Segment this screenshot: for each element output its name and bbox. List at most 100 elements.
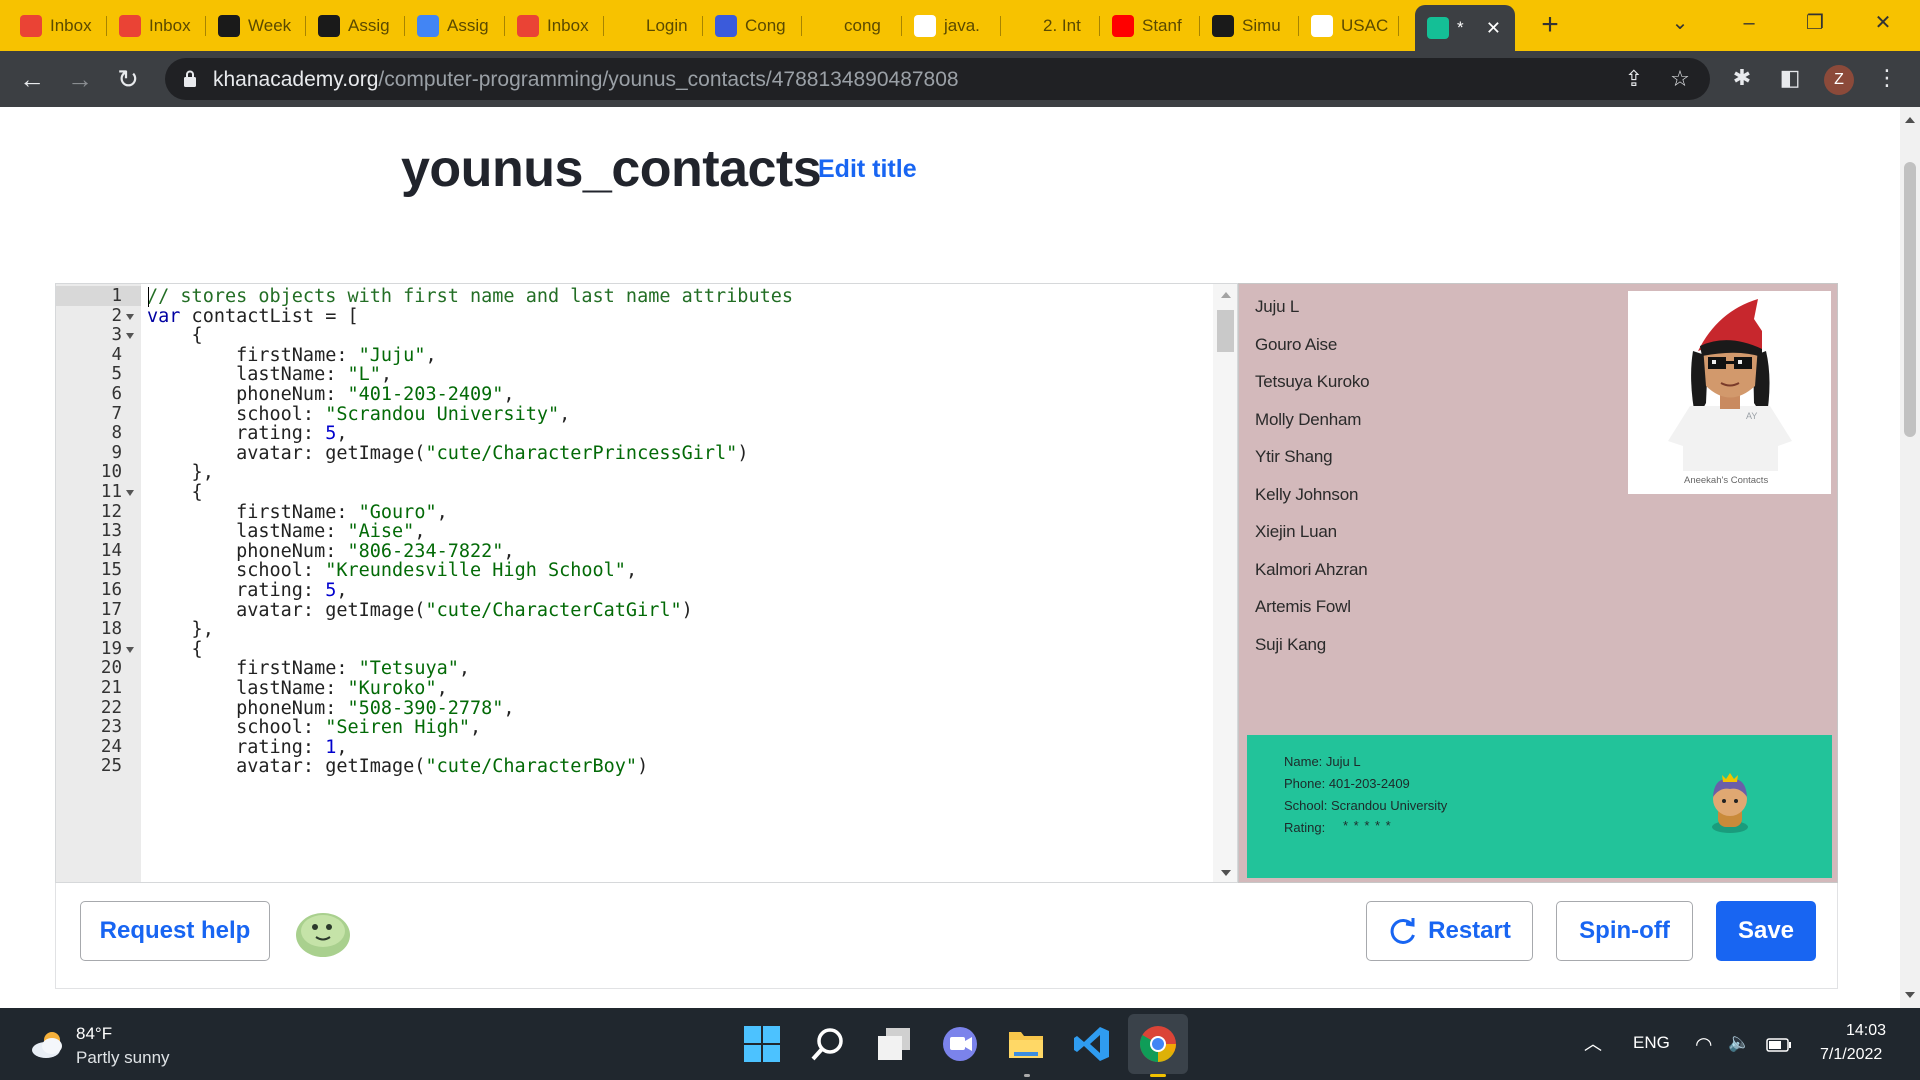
program-output-canvas[interactable]: Juju L Gouro Aise Tetsuya Kuroko Molly Denh…	[1238, 283, 1838, 883]
code-line[interactable]: firstName: "Gouro",	[147, 502, 448, 523]
browser-tab[interactable]: Inbox	[8, 6, 107, 46]
bookmark-star-icon[interactable]: ☆	[1667, 66, 1693, 92]
close-window-icon[interactable]: ✕	[1858, 6, 1908, 40]
wifi-icon[interactable]: ◠	[1695, 1032, 1712, 1057]
weather-temperature[interactable]: 84°F	[76, 1024, 112, 1044]
side-panel-icon[interactable]: ◧	[1777, 65, 1803, 91]
vscode-icon[interactable]	[1072, 1024, 1112, 1064]
code-line[interactable]: school: "Scrandou University",	[147, 404, 570, 425]
contact-name[interactable]: Xiejin Luan	[1255, 522, 1337, 542]
address-bar[interactable]: khanacademy.org/computer-programming/you…	[165, 58, 1710, 100]
scroll-down-arrow-icon[interactable]	[1221, 870, 1231, 876]
code-line[interactable]: school: "Kreundesville High School",	[147, 560, 637, 581]
chrome-icon[interactable]	[1138, 1024, 1178, 1064]
tray-overflow-chevron-icon[interactable]: ︿	[1584, 1030, 1602, 1056]
edit-title-link[interactable]: Edit title	[818, 155, 917, 184]
page-scroll-thumb[interactable]	[1904, 162, 1916, 437]
page-scroll-down-icon[interactable]	[1905, 992, 1915, 998]
code-editor[interactable]: 1 2 3 4 5 6 7 8 9 10 11 12 13 14 15 16 17 18 19 20 21 22 23 24 2…	[55, 283, 1238, 883]
reload-icon[interactable]: ↻	[110, 61, 146, 97]
battery-icon[interactable]	[1766, 1038, 1792, 1052]
browser-tab[interactable]: * ✕	[1415, 5, 1515, 51]
browser-tab[interactable]: Login	[604, 6, 703, 46]
contact-name[interactable]: Kalmori Ahzran	[1255, 560, 1368, 580]
code-line[interactable]: rating: 5,	[147, 580, 347, 601]
browser-tab[interactable]: Inbox	[107, 6, 206, 46]
kebab-menu-icon[interactable]: ⋮	[1874, 65, 1900, 91]
code-line[interactable]: avatar: getImage("cute/CharacterCatGirl"…	[147, 600, 693, 621]
code-line[interactable]: {	[147, 639, 203, 660]
teams-chat-icon[interactable]	[940, 1024, 980, 1064]
tab-search-chevron-icon[interactable]: ⌄	[1655, 6, 1705, 40]
fold-arrow-icon[interactable]	[126, 333, 134, 340]
clock-time[interactable]: 14:03	[1846, 1022, 1886, 1040]
new-tab-button[interactable]: +	[1535, 8, 1565, 42]
profile-avatar[interactable]: Z	[1824, 65, 1854, 95]
browser-tab[interactable]: Cong	[703, 6, 802, 46]
extensions-puzzle-icon[interactable]: ✱	[1729, 65, 1755, 91]
contact-name[interactable]: Gouro Aise	[1255, 335, 1337, 355]
code-line[interactable]: firstName: "Tetsuya",	[147, 658, 470, 679]
code-line[interactable]: firstName: "Juju",	[147, 345, 437, 366]
spin-off-button[interactable]: Spin-off	[1556, 901, 1693, 961]
browser-tab[interactable]: Stanf	[1100, 6, 1200, 46]
minimize-icon[interactable]: –	[1724, 6, 1774, 40]
code-line[interactable]: school: "Seiren High",	[147, 717, 481, 738]
save-button[interactable]: Save	[1716, 901, 1816, 961]
contact-name[interactable]: Artemis Fowl	[1255, 597, 1351, 617]
code-line[interactable]: lastName: "Aise",	[147, 521, 425, 542]
share-icon[interactable]: ⇪	[1621, 66, 1647, 92]
code-line[interactable]: rating: 5,	[147, 423, 347, 444]
editor-scroll-thumb[interactable]	[1217, 310, 1234, 352]
browser-tab[interactable]: Week	[206, 6, 306, 46]
request-help-button[interactable]: Request help	[80, 901, 270, 961]
helper-mascot-icon[interactable]	[294, 907, 352, 959]
code-line[interactable]: phoneNum: "806-234-7822",	[147, 541, 514, 562]
code-line[interactable]: avatar: getImage("cute/CharacterBoy")	[147, 756, 648, 777]
page-scrollbar[interactable]	[1900, 107, 1920, 1008]
windows-start-icon[interactable]	[742, 1024, 782, 1064]
fold-arrow-icon[interactable]	[126, 490, 134, 496]
forward-arrow-icon[interactable]: →	[62, 61, 98, 97]
browser-tab[interactable]: cong	[802, 6, 902, 46]
search-icon[interactable]	[808, 1024, 848, 1064]
fold-arrow-icon[interactable]	[126, 646, 134, 653]
browser-tab[interactable]: 2. Int	[1001, 6, 1100, 46]
back-arrow-icon[interactable]: ←	[14, 61, 50, 97]
task-view-icon[interactable]	[874, 1024, 914, 1064]
browser-tab[interactable]: Inbox	[505, 6, 604, 46]
partly-sunny-weather-icon[interactable]	[28, 1028, 68, 1060]
file-explorer-icon[interactable]	[1006, 1024, 1046, 1064]
contact-name[interactable]: Juju L	[1255, 297, 1299, 317]
fold-arrow-icon[interactable]	[126, 313, 134, 320]
restart-button[interactable]: Restart	[1366, 901, 1533, 961]
contact-name[interactable]: Tetsuya Kuroko	[1255, 372, 1370, 392]
weather-description[interactable]: Partly sunny	[76, 1048, 170, 1068]
browser-tab[interactable]: Assig	[405, 6, 505, 46]
scroll-up-arrow-icon[interactable]	[1221, 292, 1231, 298]
contact-name[interactable]: Kelly Johnson	[1255, 485, 1358, 505]
code-line[interactable]: },	[147, 462, 214, 483]
code-line[interactable]: phoneNum: "401-203-2409",	[147, 384, 514, 405]
contact-name[interactable]: Ytir Shang	[1255, 447, 1333, 467]
code-line[interactable]: // stores objects with first name and la…	[147, 286, 793, 307]
clock-date[interactable]: 7/1/2022	[1820, 1046, 1882, 1064]
code-line[interactable]: },	[147, 619, 214, 640]
code-line[interactable]: lastName: "L",	[147, 364, 392, 385]
code-line[interactable]: lastName: "Kuroko",	[147, 678, 448, 699]
code-line[interactable]: var contactList = [	[147, 306, 359, 327]
code-line[interactable]: phoneNum: "508-390-2778",	[147, 698, 514, 719]
contact-name[interactable]: Molly Denham	[1255, 410, 1361, 430]
browser-tab[interactable]: Simu	[1200, 6, 1299, 46]
code-line[interactable]: avatar: getImage("cute/CharacterPrincess…	[147, 443, 748, 464]
browser-tab[interactable]: Assig	[306, 6, 405, 46]
volume-icon[interactable]: 🔈	[1728, 1032, 1750, 1053]
code-line[interactable]: {	[147, 482, 203, 503]
browser-tab[interactable]: java.	[902, 6, 1001, 46]
restore-icon[interactable]: ❐	[1790, 6, 1840, 40]
editor-scrollbar[interactable]	[1213, 284, 1237, 882]
contact-name[interactable]: Suji Kang	[1255, 635, 1326, 655]
code-line[interactable]: {	[147, 325, 203, 346]
close-tab-icon[interactable]: ✕	[1486, 18, 1501, 39]
browser-tab[interactable]: USAC	[1299, 6, 1399, 46]
